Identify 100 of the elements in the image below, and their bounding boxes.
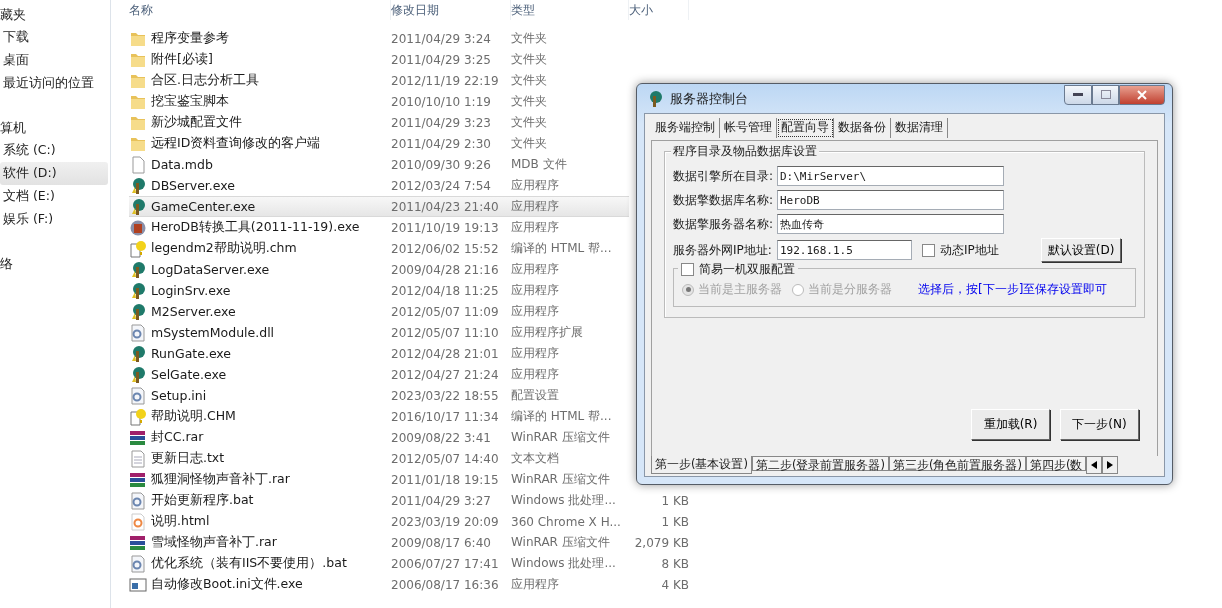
file-name: SelGate.exe [151, 367, 227, 382]
file-row[interactable]: RunGate.exe 2012/04/28 21:01 应用程序 [129, 343, 629, 364]
field-label: 数据擎服务器名称: [673, 215, 775, 233]
file-row[interactable]: legendm2帮助说明.chm 2012/06/02 15:52 编译的 HTML 帮... [129, 238, 629, 259]
minimize-button[interactable] [1064, 84, 1092, 105]
sidebar-item[interactable]: 系统 (C:) [0, 139, 108, 162]
dual-server-checkbox[interactable]: 简易一机双服配置 [678, 261, 798, 278]
dynamic-ip-checkbox[interactable]: 动态IP地址 [922, 241, 999, 259]
type-cell: 配置设置 [511, 388, 559, 402]
step-tab[interactable]: 第三步(角色前置服务器) [888, 456, 1026, 471]
file-row[interactable]: 程序变量参考 2011/04/29 3:24 文件夹 [129, 28, 629, 49]
type-cell: 应用程序 [511, 220, 559, 234]
file-name: Data.mdb [151, 157, 213, 172]
help-file-icon [129, 239, 147, 258]
date-cell: 2011/04/29 3:23 [391, 115, 491, 130]
scroll-right-button[interactable] [1102, 456, 1119, 474]
window-icon [129, 575, 147, 594]
input-field[interactable]: 热血传奇 [777, 214, 1004, 234]
step-tab[interactable]: 第一步(基本设置) [651, 456, 752, 474]
file-row[interactable]: 挖宝鉴宝脚本 2010/10/10 1:19 文件夹 [129, 91, 629, 112]
date-cell: 2006/07/27 17:41 [391, 556, 499, 571]
type-cell: 应用程序 [511, 199, 559, 213]
type-cell: Windows 批处理... [511, 556, 616, 570]
maximize-icon [1100, 90, 1111, 99]
sidebar-header[interactable]: 算机 [0, 117, 108, 139]
input-field[interactable]: D:\MirServer\ [777, 166, 1004, 186]
tab[interactable]: 数据备份 [834, 118, 891, 138]
file-row[interactable]: LogDataServer.exe 2009/04/28 21:16 应用程序 [129, 259, 629, 280]
sidebar-item[interactable]: 文档 (E:) [0, 185, 108, 208]
file-row[interactable]: 更新日志.txt 2012/05/07 14:40 文本文档 [129, 448, 629, 469]
column-header[interactable]: 名称 [129, 0, 391, 20]
input-field[interactable]: HeroDB [777, 190, 1004, 210]
file-row[interactable]: 说明.html 2023/03/19 20:09 360 Chrome X H... 1 KB [129, 511, 699, 532]
file-row[interactable]: HeroDB转换工具(2011-11-19).exe 2011/10/19 19:13 应用程序 [129, 217, 629, 238]
file-row[interactable]: Data.mdb 2010/09/30 9:26 MDB 文件 [129, 154, 629, 175]
file-row[interactable]: DBServer.exe 2012/03/24 7:54 应用程序 [129, 175, 629, 196]
step-tab[interactable]: 第四步(数 [1025, 456, 1087, 471]
sidebar-item[interactable]: 桌面 [0, 49, 108, 72]
file-row[interactable]: 优化系统（装有IIS不要使用）.bat 2006/07/27 17:41 Windows 批处理... 8 KB [129, 553, 699, 574]
file-name: 帮助说明.CHM [151, 408, 236, 425]
file-row[interactable]: 附件[必读] 2011/04/29 3:25 文件夹 [129, 49, 629, 70]
sidebar-item[interactable]: 娱乐 (F:) [0, 208, 108, 231]
file-row[interactable]: Setup.ini 2023/03/22 18:55 配置设置 [129, 385, 629, 406]
group-title: 程序目录及物品数据库设置 [671, 143, 819, 160]
type-cell: 应用程序 [511, 346, 559, 360]
date-cell: 2009/04/28 21:16 [391, 262, 499, 277]
tab[interactable]: 配置向导 [777, 118, 834, 138]
file-row[interactable]: 帮助说明.CHM 2016/10/17 11:34 编译的 HTML 帮... [129, 406, 629, 427]
sidebar-item[interactable]: 最近访问的位置 [0, 72, 108, 95]
file-row[interactable]: SelGate.exe 2012/04/27 21:24 应用程序 [129, 364, 629, 385]
sidebar-item[interactable]: 软件 (D:) [0, 162, 108, 185]
type-cell: 应用程序 [511, 367, 559, 381]
column-header[interactable]: 类型 [511, 0, 629, 20]
tab[interactable]: 数据清理 [891, 118, 948, 138]
sidebar-item[interactable]: 下载 [0, 26, 108, 49]
file-name: HeroDB转换工具(2011-11-19).exe [151, 219, 360, 236]
scroll-left-button[interactable] [1086, 456, 1103, 474]
file-row[interactable]: 封CC.rar 2009/08/22 3:41 WinRAR 压缩文件 [129, 427, 629, 448]
file-name: 自动修改Boot.ini文件.exe [151, 576, 303, 593]
date-cell: 2011/04/29 3:25 [391, 52, 491, 67]
size-cell: 1 KB [661, 493, 689, 508]
next-button[interactable]: 下一步(N) [1060, 409, 1139, 440]
date-cell: 2012/03/24 7:54 [391, 178, 491, 193]
file-name: LogDataServer.exe [151, 262, 270, 277]
file-row[interactable]: 新沙城配置文件 2011/04/29 3:23 文件夹 [129, 112, 629, 133]
type-cell: 文件夹 [511, 115, 547, 129]
selected-row[interactable]: GameCenter.exe 2011/04/23 21:40 应用程序 [129, 196, 629, 217]
column-header[interactable]: 修改日期 [391, 0, 511, 20]
type-cell: 应用程序 [511, 304, 559, 318]
type-cell: 文件夹 [511, 52, 547, 66]
file-row[interactable]: mSystemModule.dll 2012/05/07 11:10 应用程序扩展 [129, 322, 629, 343]
file-row[interactable]: LoginSrv.exe 2012/04/18 11:25 应用程序 [129, 280, 629, 301]
file-row[interactable]: 自动修改Boot.ini文件.exe 2006/08/17 16:36 应用程序 4 KB [129, 574, 699, 595]
file-row[interactable]: 狐狸洞怪物声音补丁.rar 2011/01/18 19:15 WinRAR 压缩文件 [129, 469, 629, 490]
date-cell: 2012/04/27 21:24 [391, 367, 499, 382]
tab[interactable]: 服务端控制 [651, 118, 720, 138]
type-cell: 应用程序 [511, 178, 559, 192]
maximize-button[interactable] [1092, 84, 1119, 105]
file-name: LoginSrv.exe [151, 283, 231, 298]
close-button[interactable] [1119, 84, 1165, 105]
file-row[interactable]: 远程ID资料查询修改的客户端 2011/04/29 2:30 文件夹 [129, 133, 629, 154]
sidebar-header[interactable]: 藏夹 [0, 4, 108, 26]
sidebar-header[interactable]: 络 [0, 253, 108, 275]
file-row[interactable]: 开始更新程序.bat 2011/04/29 3:27 Windows 批处理... 1 KB [129, 490, 699, 511]
books-icon [129, 470, 147, 489]
input-field[interactable]: 192.168.1.5 [777, 240, 912, 260]
gear-file-icon [129, 491, 147, 510]
default-settings-button[interactable]: 默认设置(D) [1040, 238, 1121, 262]
type-cell: WinRAR 压缩文件 [511, 472, 610, 486]
file-name: 远程ID资料查询修改的客户端 [151, 135, 321, 152]
step-tab[interactable]: 第二步(登录前置服务器) [752, 456, 889, 471]
file-row[interactable]: 合区.日志分析工具 2012/11/19 22:19 文件夹 [129, 70, 629, 91]
file-name: 合区.日志分析工具 [151, 72, 259, 89]
type-cell: 文件夹 [511, 94, 547, 108]
file-row[interactable]: 雪域怪物声音补丁.rar 2009/08/17 6:40 WinRAR 压缩文件 2,079 KB [129, 532, 699, 553]
type-cell: 文件夹 [511, 73, 547, 87]
column-header[interactable]: 大小 [629, 0, 689, 20]
file-row[interactable]: M2Server.exe 2012/05/07 11:09 应用程序 [129, 301, 629, 322]
reload-button[interactable]: 重加载(R) [971, 409, 1050, 440]
date-cell: 2012/04/18 11:25 [391, 283, 499, 298]
